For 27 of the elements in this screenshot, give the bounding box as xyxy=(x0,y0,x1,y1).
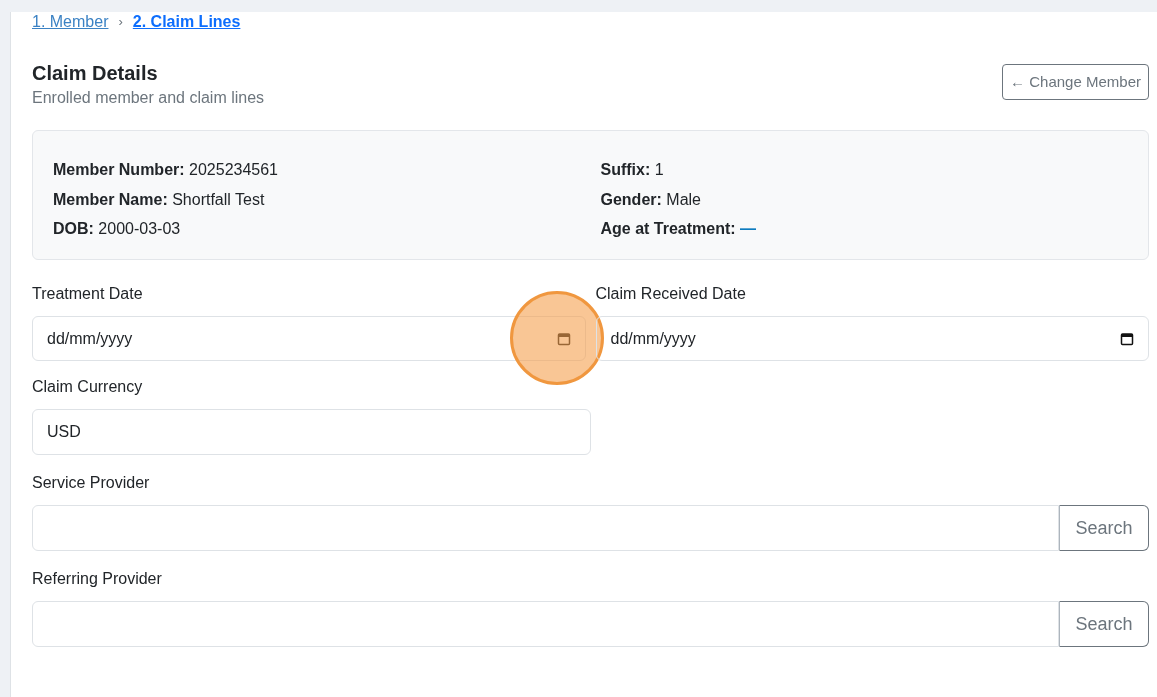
field-label: Referring Provider xyxy=(32,569,163,589)
date-placeholder: dd/mm/yyyy xyxy=(47,328,133,349)
member-detail: Suffix: 1 xyxy=(600,160,665,180)
date-field[interactable]: dd/mm/yyyy xyxy=(32,316,586,361)
search-button[interactable]: Search xyxy=(1059,505,1149,551)
field-label: Claim Currency xyxy=(32,377,144,397)
breadcrumb-separator: › xyxy=(118,13,123,32)
member-detail: DOB: 2000-03-03 xyxy=(53,219,182,239)
provider-field[interactable] xyxy=(32,505,1059,551)
section-subtitle: Enrolled member and claim lines xyxy=(32,88,265,108)
member-detail: Member Number: 2025234561 xyxy=(53,160,279,180)
field-label: Service Provider xyxy=(32,473,151,493)
search-button[interactable]: Search xyxy=(1059,601,1149,647)
date-field[interactable]: dd/mm/yyyy xyxy=(595,316,1149,361)
section-title: Claim Details xyxy=(32,61,159,86)
member-detail: Gender: Male xyxy=(600,189,702,210)
field-label: Treatment Date xyxy=(32,284,144,304)
breadcrumb-link[interactable]: 2. Claim Lines xyxy=(132,10,241,34)
breadcrumb-link[interactable]: 1. Member xyxy=(32,10,109,34)
date-placeholder: dd/mm/yyyy xyxy=(610,328,696,349)
provider-field[interactable] xyxy=(32,601,1059,647)
member-detail: Member Name: Shortfall Test xyxy=(53,189,266,210)
change-member-button[interactable]: ← Change Member xyxy=(1002,64,1149,100)
currency-field[interactable]: USD xyxy=(32,409,591,455)
field-label: Claim Received Date xyxy=(595,284,747,304)
member-detail: Age at Treatment: — xyxy=(600,219,758,239)
calendar-icon[interactable] xyxy=(1120,331,1134,346)
